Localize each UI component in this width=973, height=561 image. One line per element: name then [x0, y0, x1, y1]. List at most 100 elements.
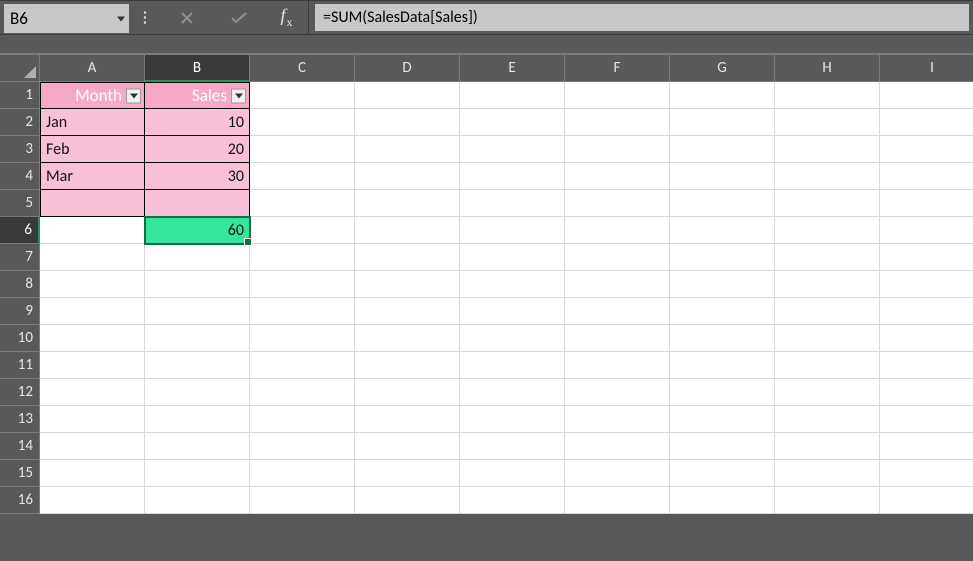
cell-H7[interactable] — [775, 244, 880, 271]
cell-H16[interactable] — [775, 487, 880, 514]
cell-I15[interactable] — [880, 460, 973, 487]
cell-C11[interactable] — [250, 352, 355, 379]
cell-F15[interactable] — [565, 460, 670, 487]
cell-D6[interactable] — [355, 217, 460, 244]
cell-C10[interactable] — [250, 325, 355, 352]
cell-A9[interactable] — [40, 298, 145, 325]
cell-E3[interactable] — [460, 136, 565, 163]
cell-A6[interactable] — [40, 217, 145, 244]
row-header-14[interactable]: 14 — [0, 433, 40, 460]
cell-F11[interactable] — [565, 352, 670, 379]
cell-H15[interactable] — [775, 460, 880, 487]
cell-B5[interactable] — [145, 190, 250, 217]
cell-A12[interactable] — [40, 379, 145, 406]
cell-I11[interactable] — [880, 352, 973, 379]
row-header-7[interactable]: 7 — [0, 244, 40, 271]
cell-G11[interactable] — [670, 352, 775, 379]
cell-F10[interactable] — [565, 325, 670, 352]
cell-F6[interactable] — [565, 217, 670, 244]
cell-G1[interactable] — [670, 82, 775, 109]
cell-E14[interactable] — [460, 433, 565, 460]
cell-D12[interactable] — [355, 379, 460, 406]
cell-B11[interactable] — [145, 352, 250, 379]
cell-E8[interactable] — [460, 271, 565, 298]
row-header-16[interactable]: 16 — [0, 487, 40, 514]
cell-F4[interactable] — [565, 163, 670, 190]
cell-F13[interactable] — [565, 406, 670, 433]
filter-dropdown-icon[interactable] — [231, 88, 246, 103]
cell-D3[interactable] — [355, 136, 460, 163]
cell-A11[interactable] — [40, 352, 145, 379]
cell-I10[interactable] — [880, 325, 973, 352]
cell-D13[interactable] — [355, 406, 460, 433]
cell-F5[interactable] — [565, 190, 670, 217]
cell-H14[interactable] — [775, 433, 880, 460]
cell-A4[interactable]: Mar — [40, 163, 145, 190]
filter-dropdown-icon[interactable] — [126, 88, 141, 103]
cell-D16[interactable] — [355, 487, 460, 514]
cell-C16[interactable] — [250, 487, 355, 514]
column-header-B[interactable]: B — [145, 55, 250, 82]
cell-I14[interactable] — [880, 433, 973, 460]
cell-B6[interactable]: 60 — [145, 217, 250, 244]
cell-F1[interactable] — [565, 82, 670, 109]
cell-A1[interactable]: Month — [40, 82, 145, 109]
cell-I2[interactable] — [880, 109, 973, 136]
cell-C3[interactable] — [250, 136, 355, 163]
row-header-4[interactable]: 4 — [0, 163, 40, 190]
cell-B2[interactable]: 10 — [145, 109, 250, 136]
cell-C9[interactable] — [250, 298, 355, 325]
cell-I7[interactable] — [880, 244, 973, 271]
cell-B15[interactable] — [145, 460, 250, 487]
cell-D1[interactable] — [355, 82, 460, 109]
cell-G5[interactable] — [670, 190, 775, 217]
cell-E1[interactable] — [460, 82, 565, 109]
cell-G3[interactable] — [670, 136, 775, 163]
cell-A10[interactable] — [40, 325, 145, 352]
cell-B14[interactable] — [145, 433, 250, 460]
column-header-I[interactable]: I — [880, 55, 973, 82]
cell-C12[interactable] — [250, 379, 355, 406]
column-header-A[interactable]: A — [40, 55, 145, 82]
cell-I1[interactable] — [880, 82, 973, 109]
cell-I13[interactable] — [880, 406, 973, 433]
cell-A7[interactable] — [40, 244, 145, 271]
cell-A8[interactable] — [40, 271, 145, 298]
cell-E10[interactable] — [460, 325, 565, 352]
cell-B8[interactable] — [145, 271, 250, 298]
cell-A5[interactable] — [40, 190, 145, 217]
cell-I9[interactable] — [880, 298, 973, 325]
cell-H3[interactable] — [775, 136, 880, 163]
cell-A15[interactable] — [40, 460, 145, 487]
cell-D15[interactable] — [355, 460, 460, 487]
cell-H9[interactable] — [775, 298, 880, 325]
cell-D8[interactable] — [355, 271, 460, 298]
cell-I4[interactable] — [880, 163, 973, 190]
cell-C15[interactable] — [250, 460, 355, 487]
column-header-E[interactable]: E — [460, 55, 565, 82]
row-header-12[interactable]: 12 — [0, 379, 40, 406]
cell-E7[interactable] — [460, 244, 565, 271]
cell-D9[interactable] — [355, 298, 460, 325]
cell-E6[interactable] — [460, 217, 565, 244]
cell-C14[interactable] — [250, 433, 355, 460]
cell-E15[interactable] — [460, 460, 565, 487]
cell-I5[interactable] — [880, 190, 973, 217]
cell-B10[interactable] — [145, 325, 250, 352]
cell-D2[interactable] — [355, 109, 460, 136]
cell-A13[interactable] — [40, 406, 145, 433]
cell-B12[interactable] — [145, 379, 250, 406]
row-header-15[interactable]: 15 — [0, 460, 40, 487]
spreadsheet-grid[interactable]: ABCDEFGHI1MonthSales2Jan103Feb204Mar3056… — [0, 55, 973, 514]
cell-C4[interactable] — [250, 163, 355, 190]
cell-D10[interactable] — [355, 325, 460, 352]
cell-B4[interactable]: 30 — [145, 163, 250, 190]
formula-input[interactable]: =SUM(SalesData[Sales]) — [315, 4, 969, 31]
column-header-C[interactable]: C — [250, 55, 355, 82]
cell-E12[interactable] — [460, 379, 565, 406]
row-header-5[interactable]: 5 — [0, 190, 40, 217]
cell-A3[interactable]: Feb — [40, 136, 145, 163]
cell-C5[interactable] — [250, 190, 355, 217]
cell-D7[interactable] — [355, 244, 460, 271]
cell-C13[interactable] — [250, 406, 355, 433]
